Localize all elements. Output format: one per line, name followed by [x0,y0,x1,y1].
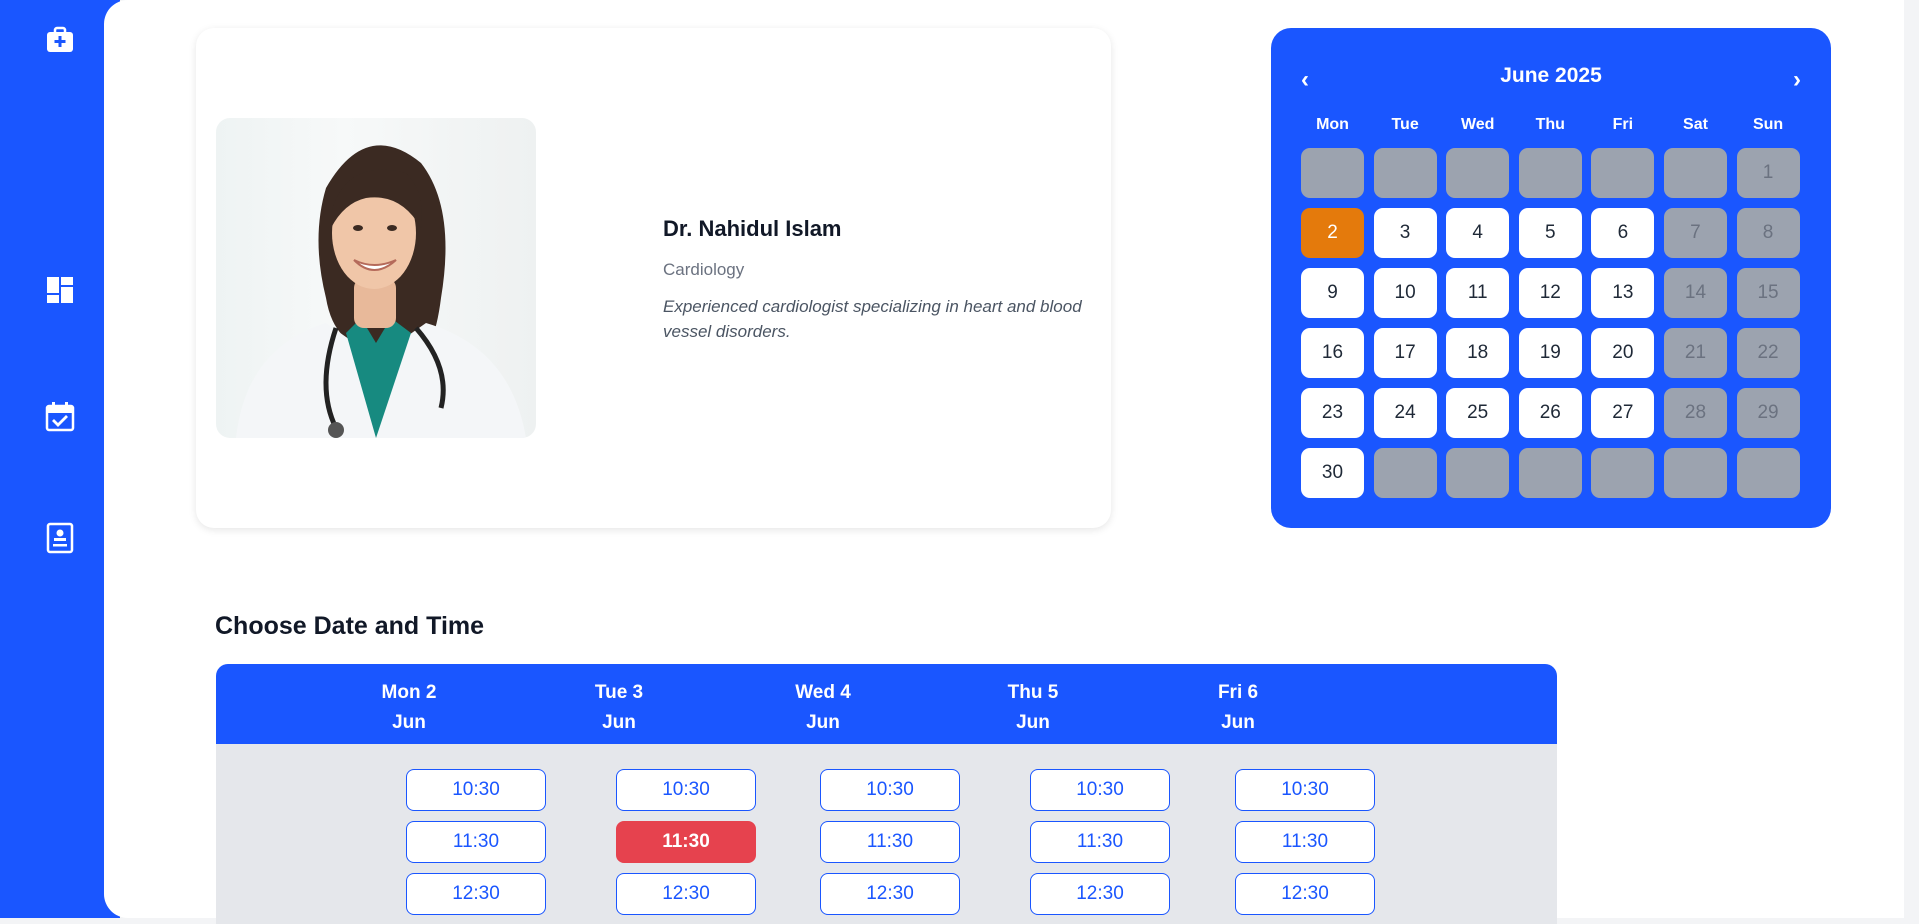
day-column-month: Jun [806,712,840,733]
calendar-day[interactable]: 30 [1301,448,1364,498]
day-column-month: Jun [1221,712,1255,733]
medical-kit-icon[interactable] [44,24,76,56]
day-column-header: Thu 5 Jun [963,678,1103,738]
doctor-name: Dr. Nahidul Islam [663,216,842,241]
calendar-day[interactable]: 6 [1591,208,1655,258]
day-column-date: Wed 4 [795,682,851,703]
sidebar [0,0,120,918]
calendar-day[interactable]: 27 [1591,388,1655,438]
calendar-empty-cell [1591,148,1655,198]
doctor-card: Dr. Nahidul Islam Cardiology Experienced… [196,28,1111,528]
calendar-day: 14 [1663,268,1727,318]
doctor-photo [216,118,536,438]
calendar-month-title: June 2025 [1500,64,1602,87]
doctor-description: Experienced cardiologist specializing in… [663,297,1082,341]
next-month-button[interactable]: › [1785,66,1809,94]
calendar-day[interactable]: 12 [1518,268,1582,318]
doctor-specialty: Cardiology [663,260,745,279]
calendar-check-icon[interactable] [44,400,76,432]
schedule-title: Choose Date and Time [215,612,485,640]
calendar-empty-cell [1518,148,1582,198]
calendar-weekday-row: Mon Tue Wed Thu Fri Sat Sun [1301,116,1800,134]
time-slot-button[interactable]: 10:30 [820,769,960,811]
day-column-date: Mon 2 [381,682,437,703]
weekday-label: Wed [1460,116,1495,133]
day-column-header: Wed 4 Jun [753,678,893,738]
calendar-empty-cell [1663,448,1727,498]
weekday-label: Sun [1752,116,1784,133]
weekday-label: Fri [1612,116,1634,133]
weekday-label: Thu [1535,116,1565,133]
weekday-label: Tue [1391,116,1419,133]
calendar-day[interactable]: 3 [1373,208,1437,258]
day-column-month: Jun [392,712,426,733]
calendar-empty-cell [1591,448,1655,498]
day-column-header: Mon 2 Jun [339,678,479,738]
calendar-day[interactable]: 26 [1518,388,1582,438]
calendar-day: 29 [1736,388,1800,438]
calendar-day[interactable]: 23 [1301,388,1364,438]
calendar-day[interactable]: 25 [1446,388,1510,438]
calendar-day[interactable]: 24 [1373,388,1437,438]
calendar-day[interactable]: 16 [1301,328,1364,378]
time-slot-button[interactable]: 12:30 [616,873,756,915]
calendar-empty-cell [1446,148,1510,198]
time-slot-button[interactable]: 10:30 [406,769,546,811]
calendar-day[interactable]: 5 [1518,208,1582,258]
calendar-day[interactable]: 19 [1518,328,1582,378]
time-slot-button[interactable]: 12:30 [406,873,546,915]
calendar-day: 22 [1736,328,1800,378]
weekday-label: Mon [1316,116,1349,133]
calendar-day: 7 [1663,208,1727,258]
time-slot-booked[interactable]: 11:30 [616,821,756,863]
calendar-empty-cell [1301,148,1364,198]
schedule-header: Mon 2 Jun Tue 3 Jun Wed 4 Jun Thu 5 Jun Fri 6 Jun [216,664,1557,744]
calendar-empty-cell [1373,148,1437,198]
time-slot-button[interactable]: 11:30 [1030,821,1170,863]
calendar-day: 8 [1736,208,1800,258]
calendar-day[interactable]: 18 [1446,328,1510,378]
calendar-empty-cell [1373,448,1437,498]
time-slot-button[interactable]: 12:30 [820,873,960,915]
calendar-day[interactable]: 13 [1591,268,1655,318]
day-column-date: Thu 5 [1007,682,1059,703]
calendar-empty-cell [1518,448,1582,498]
calendar-day[interactable]: 11 [1446,268,1510,318]
day-column-date: Fri 6 [1217,682,1259,703]
calendar-day[interactable]: 9 [1301,268,1364,318]
calendar-day[interactable]: 2 [1301,208,1364,258]
calendar-day[interactable]: 20 [1591,328,1655,378]
time-slot-button[interactable]: 11:30 [1235,821,1375,863]
time-slot-table: Mon 2 Jun Tue 3 Jun Wed 4 Jun Thu 5 Jun Fri 6 Jun… [216,664,1557,924]
time-slot-button[interactable]: 10:30 [1030,769,1170,811]
calendar-day: 15 [1736,268,1800,318]
day-column-month: Jun [1016,712,1050,733]
calendar-day[interactable]: 10 [1373,268,1437,318]
calendar-empty-cell [1446,448,1510,498]
weekday-label: Sat [1683,116,1708,133]
day-column-header: Fri 6 Jun [1168,678,1308,738]
calendar-day-grid: 1 2 3 4 5 6 7 8 9 10 11 12 13 14 15 16 17 18 19 20 21 22 23 24 2… [1301,148,1800,498]
calendar-day: 28 [1663,388,1727,438]
doctor-info: Dr. Nahidul Islam Cardiology Experienced… [663,216,1083,344]
time-slot-button[interactable]: 10:30 [1235,769,1375,811]
calendar-day: 1 [1736,148,1800,198]
month-calendar: ‹ June 2025 › Mon Tue Wed Thu Fri Sat Sun 1234… [1271,28,1831,528]
day-column-header: Tue 3 Jun [549,678,689,738]
time-slot-button[interactable]: 11:30 [406,821,546,863]
day-column-date: Tue 3 [594,682,644,703]
time-slot-button[interactable]: 10:30 [616,769,756,811]
day-column-month: Jun [602,712,636,733]
time-slot-button[interactable]: 12:30 [1030,873,1170,915]
calendar-day[interactable]: 4 [1446,208,1510,258]
calendar-empty-cell [1663,148,1727,198]
calendar-empty-cell [1736,448,1800,498]
calendar-day[interactable]: 17 [1373,328,1437,378]
time-slot-button[interactable]: 12:30 [1235,873,1375,915]
dashboard-icon[interactable] [44,274,76,306]
calendar-day: 21 [1663,328,1727,378]
time-slot-button[interactable]: 11:30 [820,821,960,863]
profile-card-icon[interactable] [44,522,76,554]
